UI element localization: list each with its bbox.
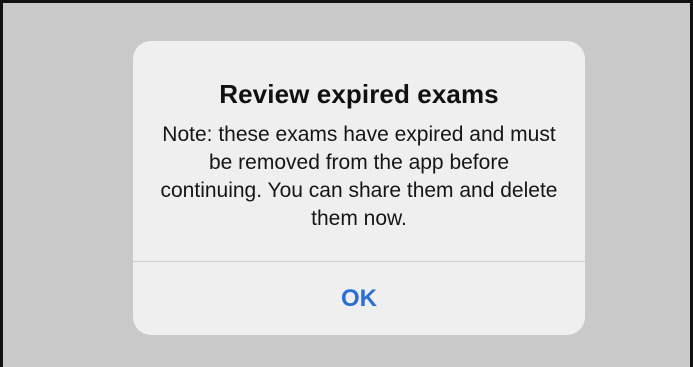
alert-dialog: Review expired exams Note: these exams h… [133,41,585,335]
alert-title: Review expired exams [219,79,499,109]
screen-backdrop: Review expired exams Note: these exams h… [0,0,693,367]
ok-button[interactable]: OK [133,262,585,335]
alert-message: Note: these exams have expired and must … [160,123,558,230]
